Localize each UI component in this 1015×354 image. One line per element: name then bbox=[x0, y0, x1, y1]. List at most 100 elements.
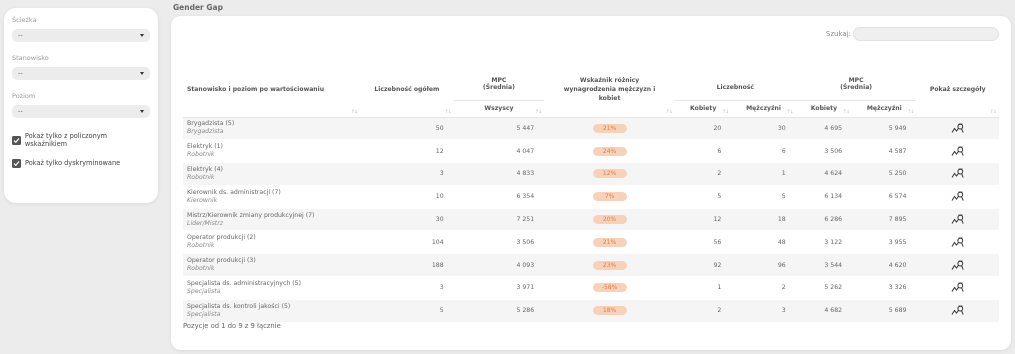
count-women-cell: 6 bbox=[674, 139, 732, 164]
mpc-women-cell: 4 695 bbox=[795, 117, 853, 141]
count-men-cell: 2 bbox=[731, 276, 796, 300]
count-men-cell: 30 bbox=[731, 117, 796, 141]
count-women-cell: 92 bbox=[674, 253, 732, 278]
discriminated-checkbox[interactable] bbox=[12, 158, 21, 168]
gender-chart-icon bbox=[951, 169, 964, 179]
gap-badge: 23% bbox=[592, 260, 627, 270]
header-mpc-group-line2: (Średnia) bbox=[840, 83, 873, 91]
sciezka-select-value: -- bbox=[18, 31, 23, 39]
poziom-select-value: -- bbox=[18, 107, 23, 115]
details-button[interactable] bbox=[916, 117, 999, 141]
count-men-cell: 48 bbox=[731, 230, 796, 255]
count-total-cell: 188 bbox=[360, 253, 454, 278]
table-row: Kierownik ds. administracji (7) Kierownik… bbox=[183, 185, 999, 209]
header-count-women[interactable]: Kobiety ↑↓ bbox=[674, 99, 732, 118]
count-men-cell: 5 bbox=[731, 185, 796, 209]
position-name: Specjalista ds. administracyjnych (5) bbox=[187, 279, 302, 287]
sort-arrows-icon[interactable]: ↑↓ bbox=[843, 109, 850, 115]
count-men-cell: 3 bbox=[731, 299, 796, 323]
count-total-cell: 50 bbox=[360, 117, 454, 141]
header-count-men[interactable]: Mężczyźni ↑↓ bbox=[731, 99, 796, 118]
chevron-down-icon bbox=[140, 34, 144, 37]
details-button[interactable] bbox=[916, 276, 999, 300]
mpc-men-cell: 4 587 bbox=[852, 139, 917, 164]
table-row: Specjalista ds. administracyjnych (5) Spe… bbox=[183, 276, 999, 300]
details-button[interactable] bbox=[916, 162, 999, 186]
count-men-cell: 18 bbox=[731, 208, 796, 232]
section-title: Gender Gap bbox=[173, 3, 223, 12]
gap-cell: 21% bbox=[544, 117, 675, 141]
mpc-men-cell: 5 949 bbox=[852, 117, 917, 141]
count-total-cell: 3 bbox=[360, 276, 454, 300]
details-button[interactable] bbox=[916, 299, 999, 323]
position-name: Kierownik ds. administracji (7) bbox=[187, 188, 281, 196]
mpc-men-cell: 3 326 bbox=[852, 276, 917, 300]
mpc-men-cell: 5 250 bbox=[852, 162, 917, 186]
checkmark-icon bbox=[13, 160, 20, 166]
position-name: Specjalista ds. kontroli jakości (5) bbox=[187, 302, 291, 310]
search-input[interactable] bbox=[853, 27, 999, 41]
sciezka-label: Ścieżka bbox=[12, 16, 37, 24]
sort-arrows-icon[interactable]: ↑↓ bbox=[722, 109, 729, 115]
table-info: Pozycje od 1 do 9 z 9 łącznie bbox=[183, 322, 281, 330]
header-details[interactable]: Pokaż szczegóły ↑↓ bbox=[916, 62, 999, 118]
sciezka-select[interactable]: -- bbox=[12, 29, 150, 42]
sort-arrows-icon[interactable]: ↑↓ bbox=[535, 109, 542, 115]
gap-cell: 23% bbox=[544, 253, 675, 278]
header-mpc-men[interactable]: Mężczyźni ↑↓ bbox=[852, 99, 917, 118]
mpc-women-cell: 6 286 bbox=[795, 208, 853, 232]
header-mpc-women[interactable]: Kobiety ↑↓ bbox=[795, 99, 853, 118]
mpc-all-cell: 5 447 bbox=[453, 117, 545, 141]
count-women-cell: 2 bbox=[674, 162, 732, 186]
position-cell: Specjalista ds. kontroli jakości (5) Spec… bbox=[183, 299, 361, 323]
mpc-all-cell: 4 833 bbox=[453, 162, 545, 186]
count-women-cell: 20 bbox=[674, 117, 732, 141]
gender-chart-icon bbox=[951, 305, 964, 316]
gender-chart-icon bbox=[951, 283, 964, 293]
sort-arrows-icon[interactable]: ↑↓ bbox=[907, 109, 914, 115]
checkmark-icon bbox=[13, 137, 20, 143]
position-role: Specjalista bbox=[187, 287, 221, 295]
mpc-men-cell: 6 574 bbox=[852, 185, 917, 209]
mpc-men-cell: 5 689 bbox=[852, 299, 917, 323]
position-cell: Elektryk (1) Robotnik bbox=[183, 139, 361, 164]
details-button[interactable] bbox=[916, 253, 999, 278]
gender-gap-panel: Szukaj: Stanowisko i poziom po wartościo… bbox=[171, 16, 1011, 350]
header-mpc-line1: MPC bbox=[491, 76, 507, 84]
stanowisko-label: Stanowisko bbox=[12, 54, 49, 62]
filter-sidebar: Ścieżka -- Stanowisko -- Poziom -- Pokaż… bbox=[4, 8, 158, 203]
header-mpc-all[interactable]: Wszyscy ↑↓ bbox=[453, 99, 545, 118]
position-role: Robotnik bbox=[187, 265, 215, 273]
sort-arrows-icon[interactable]: ↑↓ bbox=[666, 109, 673, 115]
header-count-total[interactable]: Liczebność ogółem ↑↓ bbox=[360, 62, 454, 118]
header-position[interactable]: Stanowisko i poziom po wartościowaniu ↑↓ bbox=[183, 62, 361, 118]
gap-badge: 21% bbox=[592, 123, 627, 133]
details-button[interactable] bbox=[916, 230, 999, 255]
mpc-women-cell: 6 134 bbox=[795, 185, 853, 209]
discriminated-checkbox-label: Pokaż tylko dyskryminowane bbox=[25, 159, 121, 167]
sort-arrows-icon[interactable]: ↑↓ bbox=[351, 109, 358, 115]
count-women-cell: 2 bbox=[674, 299, 732, 323]
count-total-cell: 3 bbox=[360, 162, 454, 186]
table-body: Brygadzista (5) Brygadzista 50 5 447 21% 20 30… bbox=[183, 117, 999, 323]
details-button[interactable] bbox=[916, 139, 999, 164]
mpc-all-cell: 7 251 bbox=[453, 208, 545, 232]
sort-arrows-icon[interactable]: ↑↓ bbox=[990, 109, 997, 115]
header-gap[interactable]: Wskaźnik różnicy wynagrodzenia mężczyzn … bbox=[544, 62, 675, 118]
gap-badge: 18% bbox=[592, 306, 627, 316]
details-button[interactable] bbox=[916, 208, 999, 232]
mpc-all-cell: 5 286 bbox=[453, 299, 545, 323]
sort-arrows-icon[interactable]: ↑↓ bbox=[786, 109, 793, 115]
sort-arrows-icon[interactable]: ↑↓ bbox=[444, 109, 451, 115]
mpc-men-cell: 3 955 bbox=[852, 230, 917, 255]
poziom-select[interactable]: -- bbox=[12, 105, 150, 118]
mpc-all-cell: 6 354 bbox=[453, 185, 545, 209]
details-button[interactable] bbox=[916, 185, 999, 209]
count-total-cell: 30 bbox=[360, 208, 454, 232]
indicator-checkbox[interactable] bbox=[12, 135, 21, 145]
gap-cell: 18% bbox=[544, 299, 675, 323]
search-label: Szukaj: bbox=[825, 30, 851, 38]
stanowisko-select[interactable]: -- bbox=[12, 67, 150, 80]
gap-cell: 12% bbox=[544, 162, 675, 186]
table-row: Specjalista ds. kontroli jakości (5) Spec… bbox=[183, 299, 999, 323]
